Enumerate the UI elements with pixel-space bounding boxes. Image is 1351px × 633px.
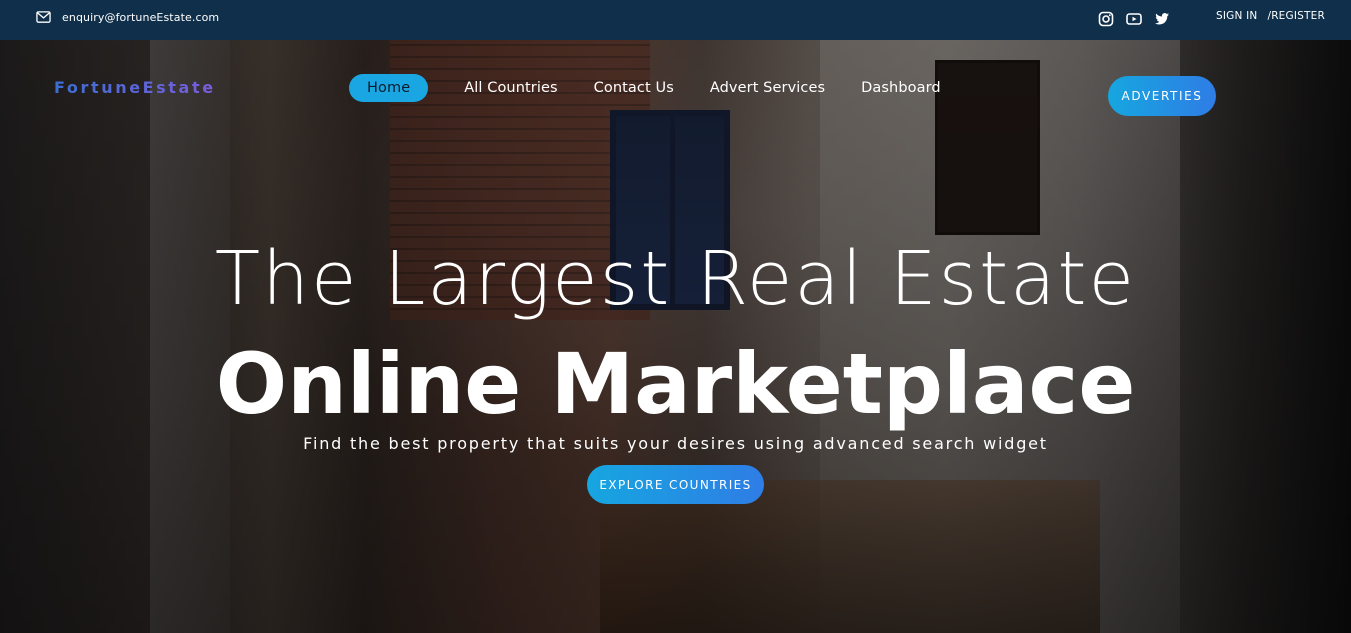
register-link[interactable]: /REGISTER (1267, 10, 1325, 22)
twitter-icon[interactable] (1154, 11, 1170, 27)
nav-item-dashboard[interactable]: Dashboard (861, 80, 941, 96)
explore-countries-button[interactable]: EXPLORE COUNTRIES (587, 465, 764, 504)
hero-title-line1: The Largest Real Estate (214, 236, 1137, 322)
instagram-icon[interactable] (1098, 11, 1114, 27)
hero-section: FortuneEstate Home All Countries Contact… (0, 40, 1351, 633)
hero-title-line2: Online Marketplace (215, 335, 1136, 433)
adverties-button[interactable]: ADVERTIES (1108, 76, 1216, 116)
contact-email[interactable]: enquiry@fortuneEstate.com (36, 10, 219, 24)
top-bar: enquiry@fortuneEstate.com SIGN IN /REGIS… (0, 0, 1351, 40)
nav-item-home[interactable]: Home (349, 74, 429, 102)
nav-item-contact-us[interactable]: Contact Us (594, 80, 674, 96)
youtube-icon[interactable] (1126, 11, 1142, 27)
sign-in-link[interactable]: SIGN IN (1216, 10, 1257, 22)
hero-subtitle: Find the best property that suits your d… (303, 434, 1048, 453)
main-nav: Home All Countries Contact Us Advert Ser… (349, 74, 977, 102)
email-text: enquiry@fortuneEstate.com (62, 10, 220, 24)
nav-item-all-countries[interactable]: All Countries (464, 80, 557, 96)
nav-item-advert-services[interactable]: Advert Services (710, 80, 825, 96)
social-links (1098, 11, 1170, 27)
mail-icon (36, 11, 51, 23)
brand-logo[interactable]: FortuneEstate (54, 78, 216, 97)
auth-links: SIGN IN /REGISTER (1216, 10, 1325, 22)
